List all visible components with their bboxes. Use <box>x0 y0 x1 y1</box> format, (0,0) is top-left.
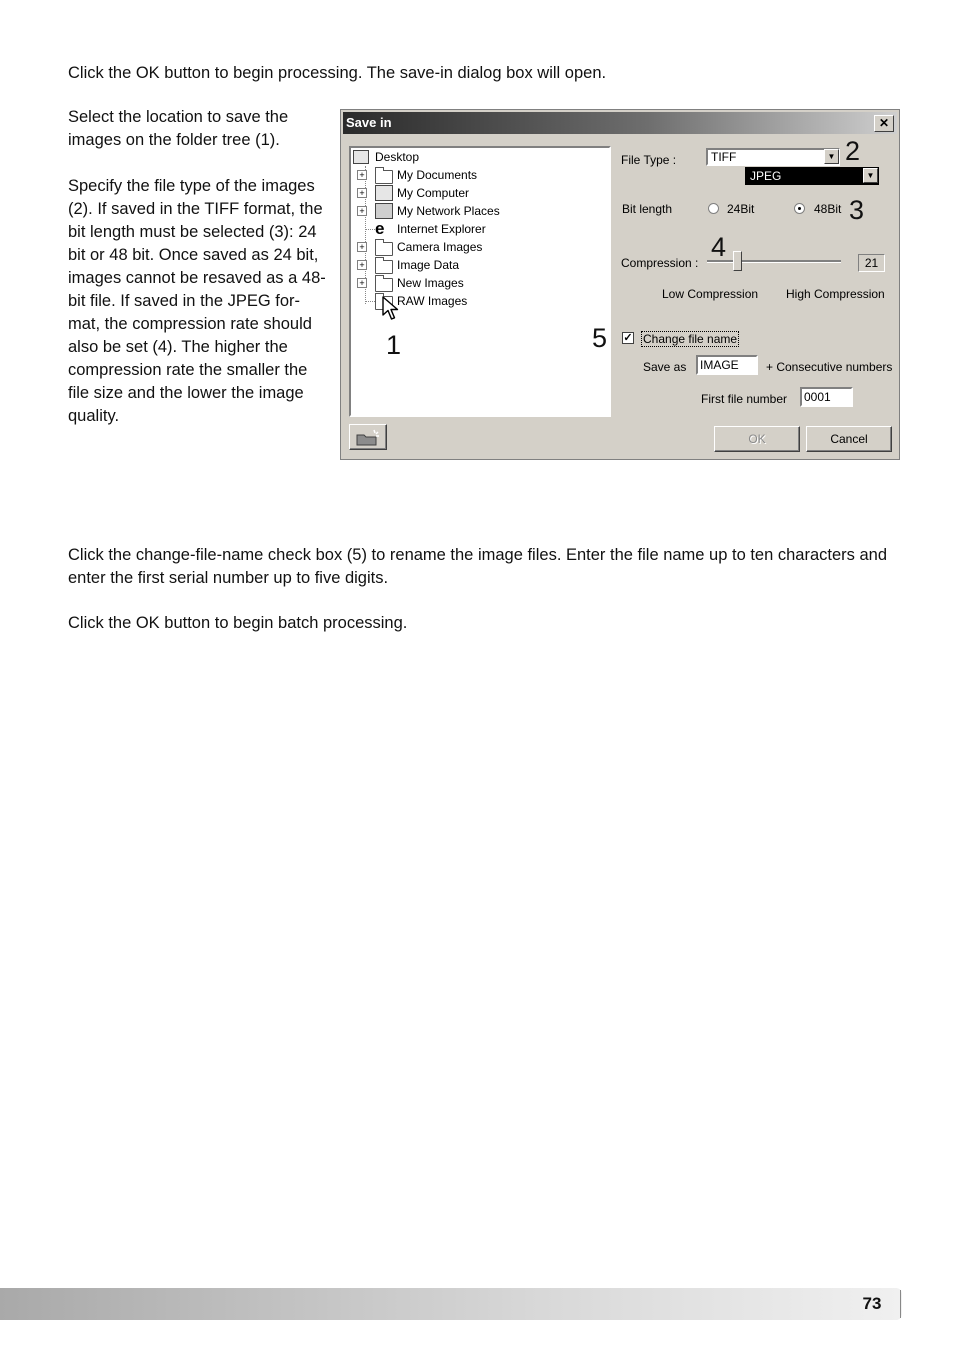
new-folder-button[interactable] <box>349 424 387 450</box>
bit-length-label: Bit length <box>622 202 673 216</box>
file-type-value: TIFF <box>711 150 737 164</box>
compression-label: Compression : <box>621 256 699 270</box>
save-as-input[interactable]: IMAGE <box>696 355 758 375</box>
folder-tree[interactable]: Desktop + My Documents + My Computer + M… <box>349 146 611 417</box>
first-file-number-input[interactable]: 0001 <box>800 387 853 407</box>
radio-48bit[interactable] <box>794 203 805 214</box>
documents-folder-icon <box>375 167 393 184</box>
callout-3: 3 <box>849 195 865 225</box>
page-number: 73 <box>862 1294 882 1313</box>
compression-slider-thumb[interactable] <box>733 251 742 271</box>
new-folder-icon <box>356 429 379 446</box>
side-paragraph-file-type: Specify the file type of the images (2).… <box>68 177 326 425</box>
side-instructions: Select the location to save the images o… <box>68 106 330 451</box>
expand-icon[interactable]: + <box>357 242 367 252</box>
expand-icon[interactable]: + <box>357 170 367 180</box>
file-type-option-jpeg[interactable]: JPEG ▼ <box>745 167 879 185</box>
save-as-label: Save as <box>643 360 687 374</box>
cancel-button[interactable]: Cancel <box>806 426 892 452</box>
expand-icon[interactable]: + <box>357 278 367 288</box>
callout-5: 5 <box>592 323 608 353</box>
radio-24bit-label: 24Bit <box>727 202 755 216</box>
consecutive-numbers-label: + Consecutive numbers <box>766 360 893 374</box>
compression-value: 21 <box>858 254 885 272</box>
save-in-dialog: Save in ✕ Desktop + My Documents + My Co… <box>340 109 900 460</box>
chevron-down-icon[interactable]: ▼ <box>863 168 878 183</box>
footer-bar <box>0 1288 902 1320</box>
internet-explorer-icon: e <box>375 219 385 238</box>
radio-24bit[interactable] <box>708 203 719 214</box>
change-file-name-checkbox[interactable]: ✓ <box>622 332 634 344</box>
ok-button[interactable]: OK <box>714 426 800 452</box>
rename-paragraph: Click the change-file-name check box (5)… <box>68 546 888 587</box>
callout-4: 4 <box>711 232 727 262</box>
chevron-down-icon[interactable]: ▼ <box>824 149 839 164</box>
computer-icon <box>375 185 393 201</box>
tree-connector <box>365 301 375 302</box>
file-type-label: File Type : <box>621 153 677 167</box>
desktop-icon <box>353 150 369 164</box>
file-type-select[interactable]: TIFF ▼ <box>706 148 840 166</box>
dialog-title-bar[interactable]: Save in ✕ <box>343 112 897 134</box>
final-paragraph: Click the OK button to begin batch proce… <box>68 614 408 632</box>
dialog-title: Save in <box>346 115 392 130</box>
intro-paragraph: Click the OK button to begin processing.… <box>68 64 607 82</box>
first-file-number-label: First file number <box>701 392 788 406</box>
high-compression-label: High Compression <box>786 287 885 301</box>
compression-slider-track[interactable] <box>707 260 841 263</box>
folder-icon <box>375 257 393 274</box>
folder-icon <box>375 275 393 292</box>
callout-1: 1 <box>386 330 402 360</box>
footer-divider <box>900 1290 901 1318</box>
radio-48bit-label: 48Bit <box>814 202 842 216</box>
expand-icon[interactable]: + <box>357 206 367 216</box>
folder-icon <box>375 239 393 256</box>
mouse-cursor-icon <box>382 296 399 320</box>
low-compression-label: Low Compression <box>662 287 759 301</box>
network-icon <box>375 203 393 219</box>
expand-icon[interactable]: + <box>357 188 367 198</box>
file-type-option-label: JPEG <box>750 169 782 183</box>
callout-2: 2 <box>845 136 861 166</box>
tree-connector <box>365 229 375 230</box>
change-file-name-label[interactable]: Change file name <box>641 331 740 347</box>
close-icon[interactable]: ✕ <box>874 115 894 132</box>
side-paragraph-folder-tree: Select the location to save the images o… <box>68 108 289 149</box>
expand-icon[interactable]: + <box>357 260 367 270</box>
